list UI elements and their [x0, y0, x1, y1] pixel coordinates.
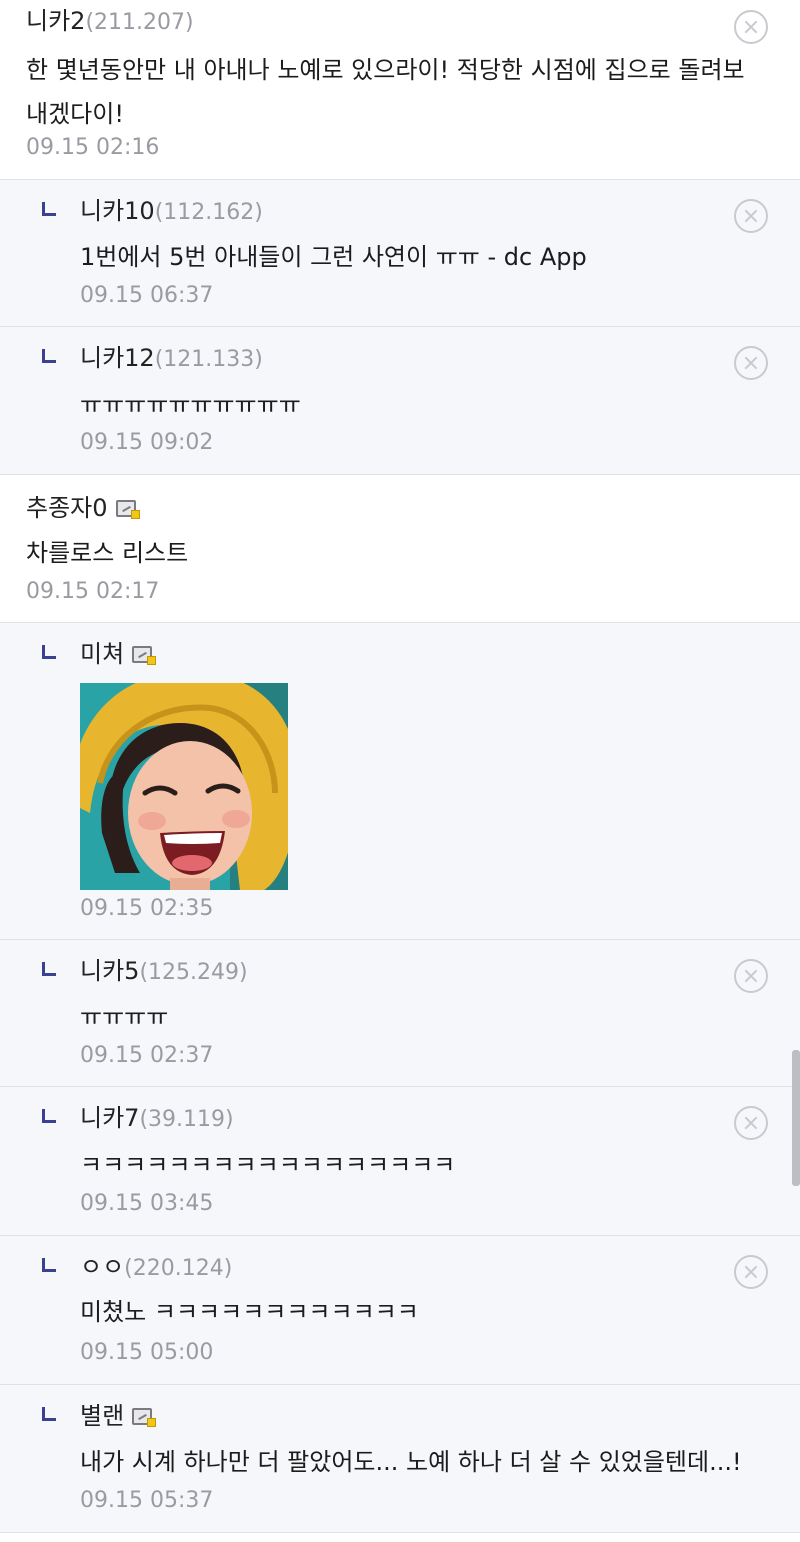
delete-button[interactable]: [734, 1106, 768, 1140]
comment-timestamp: 09.15 02:35: [80, 896, 214, 921]
comment-timestamp: 09.15 05:37: [80, 1488, 214, 1513]
ip-address: (39.119): [139, 1107, 234, 1132]
member-badge-icon: [132, 645, 157, 665]
reply-arrow-icon: [42, 1258, 56, 1272]
nickname: 니카2: [26, 7, 86, 35]
reply-item: 니카12(121.133) ㅠㅠㅠㅠㅠㅠㅠㅠㅠㅠ 09.15 09:02: [0, 327, 800, 475]
comment-author[interactable]: 니카7(39.119): [80, 1103, 234, 1135]
comment-timestamp: 09.15 02:37: [80, 1043, 214, 1068]
nickname: 별랜: [80, 1402, 125, 1430]
comment-author[interactable]: ㅇㅇ(220.124): [80, 1252, 232, 1284]
comment-text: ㅠㅠㅠㅠ: [80, 1003, 169, 1031]
nickname: ㅇㅇ: [80, 1253, 125, 1281]
comment-timestamp: 09.15 09:02: [80, 430, 214, 455]
comment-author[interactable]: 미쳐: [80, 639, 157, 669]
comment-timestamp: 09.15 03:45: [80, 1191, 214, 1216]
comment-timestamp: 09.15 02:16: [26, 135, 160, 160]
comment-text: 미쳤노 ㅋㅋㅋㅋㅋㅋㅋㅋㅋㅋㅋㅋ: [80, 1298, 419, 1326]
delete-button[interactable]: [734, 199, 768, 233]
ip-address: (211.207): [85, 10, 194, 35]
reply-item: ㅇㅇ(220.124) 미쳤노 ㅋㅋㅋㅋㅋㅋㅋㅋㅋㅋㅋㅋ 09.15 05:00: [0, 1236, 800, 1385]
reply-item: 니카7(39.119) ㅋㅋㅋㅋㅋㅋㅋㅋㅋㅋㅋㅋㅋㅋㅋㅋㅋ 09.15 03:4…: [0, 1087, 800, 1236]
reply-arrow-icon: [42, 1407, 56, 1421]
nickname: 미쳐: [80, 640, 125, 668]
nickname: 니카7: [80, 1104, 140, 1132]
scrollbar[interactable]: [792, 1050, 800, 1186]
delete-button[interactable]: [734, 1255, 768, 1289]
reply-item: 미쳐 09.15 02:35: [0, 623, 800, 940]
delete-button[interactable]: [734, 10, 768, 44]
comment-text: 한 몇년동안만 내 아내나 노예로 있으라이! 적당한 시점에 집으로 돌려보 …: [26, 56, 745, 128]
ip-address: (220.124): [124, 1256, 233, 1281]
comment-text: ㅠㅠㅠㅠㅠㅠㅠㅠㅠㅠ: [80, 391, 301, 419]
reply-arrow-icon: [42, 1109, 56, 1123]
reply-arrow-icon: [42, 349, 56, 363]
delete-button[interactable]: [734, 346, 768, 380]
comment-text: ㅋㅋㅋㅋㅋㅋㅋㅋㅋㅋㅋㅋㅋㅋㅋㅋㅋ: [80, 1151, 456, 1179]
smiling-girl-emoticon: [80, 683, 288, 890]
ip-address: (112.162): [154, 200, 263, 225]
comment-timestamp: 09.15 05:00: [80, 1340, 214, 1365]
comment-text: 내가 시계 하나만 더 팔았어도... 노예 하나 더 살 수 있었을텐데...…: [80, 1448, 742, 1476]
comment-author[interactable]: 추종자0: [26, 493, 140, 523]
comment-item: 니카2(211.207) 한 몇년동안만 내 아내나 노예로 있으라이! 적당한…: [0, 0, 800, 180]
comment-timestamp: 09.15 02:17: [26, 579, 160, 604]
delete-button[interactable]: [734, 959, 768, 993]
nickname: 니카12: [80, 344, 155, 372]
nickname: 니카10: [80, 197, 155, 225]
comment-item: 추종자0 차를로스 리스트 09.15 02:17: [0, 475, 800, 623]
ip-address: (121.133): [154, 347, 263, 372]
reply-item: 니카5(125.249) ㅠㅠㅠㅠ 09.15 02:37: [0, 940, 800, 1087]
reply-item: 별랜 내가 시계 하나만 더 팔았어도... 노예 하나 더 살 수 있었을텐데…: [0, 1385, 800, 1533]
member-badge-icon: [132, 1407, 157, 1427]
nickname: 추종자0: [26, 494, 108, 522]
comment-timestamp: 09.15 06:37: [80, 283, 214, 308]
comment-text: 1번에서 5번 아내들이 그런 사연이 ㅠㅠ - dc App: [80, 243, 587, 271]
comment-author[interactable]: 니카5(125.249): [80, 956, 248, 988]
reply-item: 니카10(112.162) 1번에서 5번 아내들이 그런 사연이 ㅠㅠ - d…: [0, 180, 800, 327]
reply-arrow-icon: [42, 962, 56, 976]
reply-arrow-icon: [42, 645, 56, 659]
emoticon-image[interactable]: [80, 683, 288, 890]
comment-author[interactable]: 니카12(121.133): [80, 343, 263, 375]
nickname: 니카5: [80, 957, 140, 985]
ip-address: (125.249): [139, 960, 248, 985]
comment-author[interactable]: 니카10(112.162): [80, 196, 263, 228]
comment-author[interactable]: 별랜: [80, 1401, 157, 1431]
comment-author[interactable]: 니카2(211.207): [26, 6, 194, 38]
comment-text: 차를로스 리스트: [26, 539, 189, 567]
member-badge-icon: [115, 499, 140, 519]
reply-arrow-icon: [42, 202, 56, 216]
